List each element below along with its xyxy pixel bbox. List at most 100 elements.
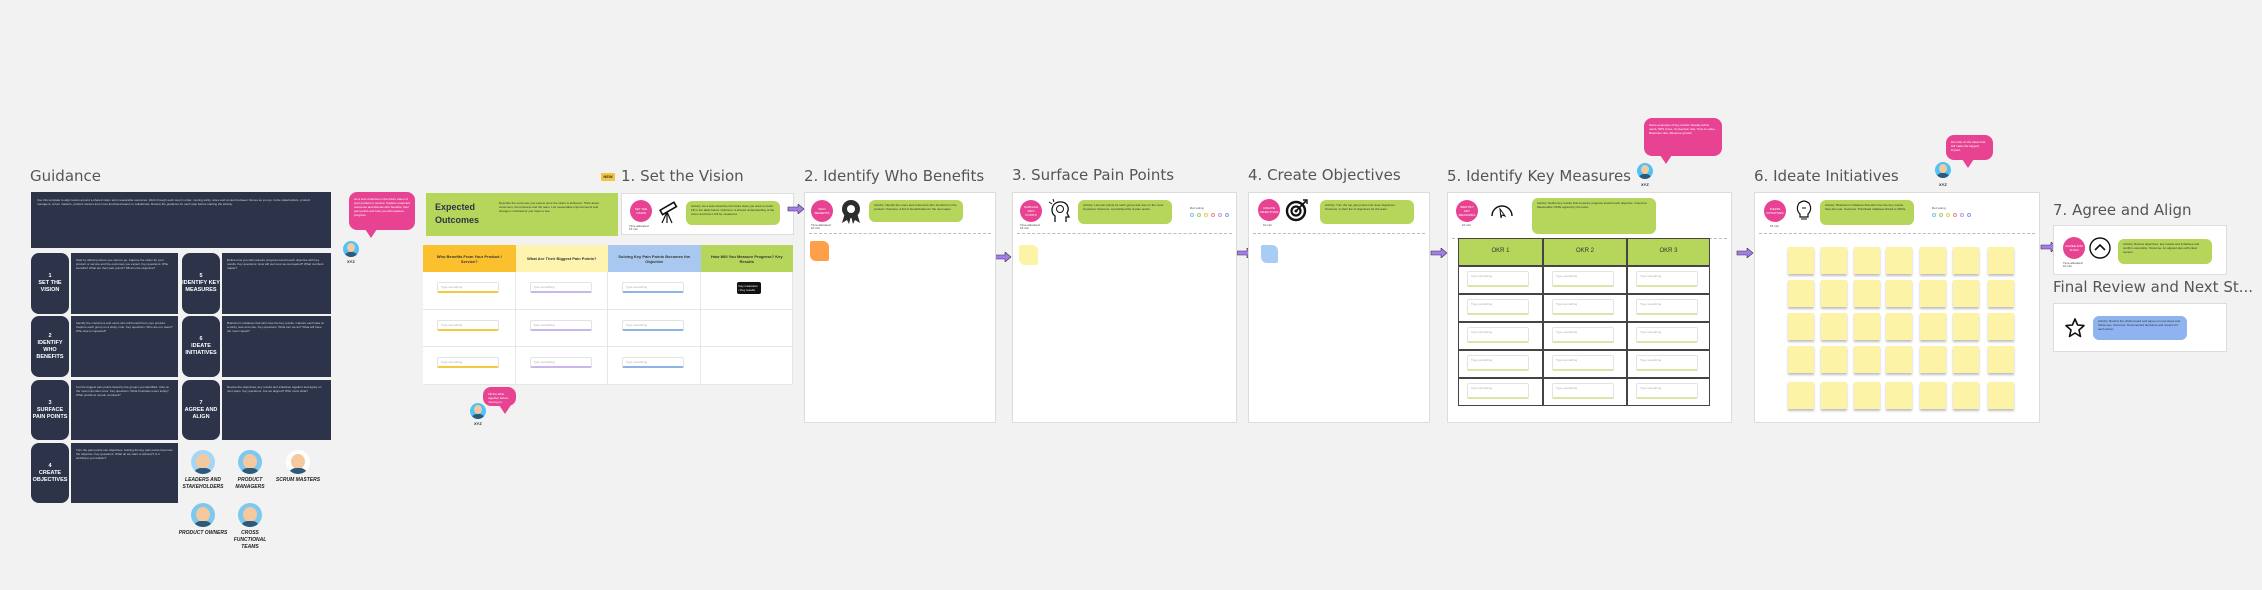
sticky-note[interactable] xyxy=(1788,280,1814,307)
sticky-note[interactable] xyxy=(1886,313,1912,340)
sticky-note[interactable] xyxy=(1920,313,1946,340)
okr-input[interactable]: Type something xyxy=(1636,299,1698,315)
okr-input[interactable]: Type something xyxy=(1636,327,1698,343)
time-caption: Time allocated: 10 min xyxy=(811,223,832,230)
sticky-note[interactable] xyxy=(1920,247,1946,274)
sticky-note[interactable] xyxy=(1886,247,1912,274)
guidance-step-text: Define how you will measure progress tow… xyxy=(222,253,331,314)
user-avatar[interactable] xyxy=(1637,163,1653,179)
sticky-note[interactable] xyxy=(1953,280,1979,307)
user-avatar[interactable] xyxy=(343,241,359,257)
sticky-note[interactable] xyxy=(1019,245,1038,265)
vision-input[interactable]: Type something xyxy=(529,319,592,331)
comment-bubble[interactable]: Some examples of key results: Weekly act… xyxy=(1644,118,1722,164)
vision-column-header: What Are Their Biggest Pain Points? xyxy=(515,245,608,272)
sticky-note[interactable] xyxy=(1821,313,1847,340)
sticky-note[interactable] xyxy=(1953,247,1979,274)
user-avatar[interactable] xyxy=(1935,162,1951,178)
divider xyxy=(809,233,991,234)
okr-input[interactable]: Type something xyxy=(1552,355,1614,371)
time-caption: 10 min xyxy=(1462,223,1472,227)
sticky-note[interactable] xyxy=(1821,247,1847,274)
okr-input[interactable]: Type something xyxy=(1636,383,1698,399)
measures-frame: IDENTIFY KEY MEASURES 10 min Activity: D… xyxy=(1447,192,1732,423)
sticky-note[interactable] xyxy=(1886,382,1912,409)
comment-bubble[interactable]: Dot vote on the ideas that will make the… xyxy=(1946,135,1993,168)
sticky-note[interactable] xyxy=(1788,313,1814,340)
sticky-note[interactable] xyxy=(1821,346,1847,373)
voting-dots[interactable] xyxy=(1190,213,1229,217)
persona-avatar xyxy=(238,450,262,474)
sticky-note[interactable] xyxy=(1886,346,1912,373)
sticky-note[interactable] xyxy=(1821,382,1847,409)
time-caption: Time allocated: 10 min xyxy=(2063,261,2084,268)
okr-input[interactable]: Type something xyxy=(1467,355,1529,371)
okr-input[interactable]: Type something xyxy=(1552,271,1614,287)
sticky-note[interactable] xyxy=(1854,346,1880,373)
frame-title-initiatives[interactable]: 6. Ideate Initiatives xyxy=(1754,167,1899,185)
frame-title-agree[interactable]: 7. Agree and Align xyxy=(2053,201,2192,219)
okr-input[interactable]: Type something xyxy=(1467,327,1529,343)
vision-input[interactable]: Type something xyxy=(622,282,684,293)
sticky-note[interactable] xyxy=(1920,382,1946,409)
sticky-note[interactable] xyxy=(1988,280,2014,307)
key-results-chip[interactable]: Key measures / Key results xyxy=(736,282,761,294)
okr-input[interactable]: Type something xyxy=(1467,383,1529,399)
user-avatar[interactable] xyxy=(470,403,486,419)
okr-input[interactable]: Type something xyxy=(1552,327,1614,343)
sticky-note[interactable] xyxy=(1261,245,1278,263)
vision-input[interactable]: Type something xyxy=(437,319,499,331)
vision-input[interactable]: Type something xyxy=(529,282,592,293)
sticky-note[interactable] xyxy=(1854,247,1880,274)
vision-input[interactable]: Type something xyxy=(529,357,592,368)
okr-table: OKR 1 Type something Type something Type so… xyxy=(1458,238,1711,406)
sticky-note[interactable] xyxy=(1854,280,1880,307)
sticky-note[interactable] xyxy=(1788,346,1814,373)
sticky-note[interactable] xyxy=(1788,247,1814,274)
sticky-note[interactable] xyxy=(1988,247,2014,274)
vision-input[interactable]: Type something xyxy=(622,319,684,331)
frame-title-vision[interactable]: 1. Set the Vision xyxy=(621,167,744,185)
sticky-note[interactable] xyxy=(810,241,829,261)
sticky-note[interactable] xyxy=(1920,346,1946,373)
sticky-note[interactable] xyxy=(1854,382,1880,409)
voting-label: Dot voting xyxy=(1190,206,1204,210)
sticky-note[interactable] xyxy=(1988,346,2014,373)
persona-label: LEADERS AND STAKEHOLDERS xyxy=(182,477,224,490)
sticky-note[interactable] xyxy=(1854,313,1880,340)
sticky-note[interactable] xyxy=(1788,382,1814,409)
sticky-note[interactable] xyxy=(1920,280,1946,307)
okr-input[interactable]: Type something xyxy=(1636,271,1698,287)
vision-input[interactable]: Type something xyxy=(622,357,684,368)
vision-input[interactable]: Type something xyxy=(437,282,499,293)
okr-header: OKR 3 xyxy=(1627,238,1710,266)
instructions-note: Activity: List pain points for each grou… xyxy=(1078,200,1172,224)
frame-title-pain-points[interactable]: 3. Surface Pain Points xyxy=(1012,166,1174,184)
sticky-note[interactable] xyxy=(1953,382,1979,409)
guidance-step-label: SET THE VISION xyxy=(38,280,62,293)
okr-input[interactable]: Type something xyxy=(1552,383,1614,399)
frame-title-objectives[interactable]: 4. Create Objectives xyxy=(1248,166,1401,184)
okr-input[interactable]: Type something xyxy=(1467,299,1529,315)
vision-input[interactable]: Type something xyxy=(437,357,499,368)
sticky-note[interactable] xyxy=(1953,346,1979,373)
guidance-step-text: Turn the pain points into objectives. So… xyxy=(71,443,178,503)
okr-input[interactable]: Type something xyxy=(1467,271,1529,287)
comment-bubble[interactable]: As a team brainstorm the future vision o… xyxy=(349,192,415,238)
sticky-note[interactable] xyxy=(1988,382,2014,409)
frame-title-final-review[interactable]: Final Review and Next St... xyxy=(2053,278,2253,296)
sticky-note[interactable] xyxy=(1988,313,2014,340)
comment-bubble[interactable]: Fill the table together before moving on… xyxy=(483,387,516,414)
initiatives-frame: IDEATE INITIATIVES 15 min Activity: Brai… xyxy=(1754,192,2040,423)
sticky-note[interactable] xyxy=(1953,313,1979,340)
guidance-intro: Use this template to align teams around … xyxy=(31,192,331,248)
guidance-step-label: AGREE AND ALIGN xyxy=(184,406,218,420)
frame-title-measures[interactable]: 5. Identify Key Measures xyxy=(1447,167,1631,185)
guidance-step-label: SURFACE PAIN POINTS xyxy=(32,406,68,420)
sticky-note[interactable] xyxy=(1886,280,1912,307)
sticky-note[interactable] xyxy=(1821,280,1847,307)
okr-input[interactable]: Type something xyxy=(1552,299,1614,315)
frame-title-benefits[interactable]: 2. Identify Who Benefits xyxy=(804,167,984,185)
persona-avatar xyxy=(191,503,215,527)
okr-input[interactable]: Type something xyxy=(1636,355,1698,371)
